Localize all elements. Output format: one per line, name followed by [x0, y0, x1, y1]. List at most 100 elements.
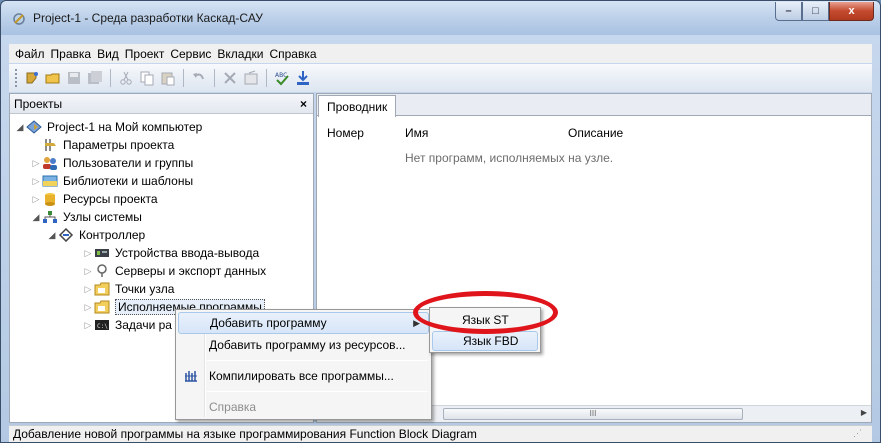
menu-file[interactable]: Файл [15, 47, 45, 61]
toolbar-separator [183, 69, 184, 87]
tree-item-project-params[interactable]: Параметры проекта [30, 136, 174, 154]
column-header-name[interactable]: Имя [405, 126, 428, 140]
panel-close-icon[interactable]: × [300, 97, 307, 111]
menu-service[interactable]: Сервис [170, 47, 211, 61]
tree-item-users[interactable]: ▷ Пользователи и группы [30, 154, 193, 172]
compile-icon [184, 369, 198, 383]
menu-view[interactable]: Вид [97, 47, 119, 61]
parameters-icon [42, 138, 58, 152]
status-bar: Добавление новой программы на языке прог… [9, 425, 872, 442]
collapse-arrow-icon[interactable]: ▷ [82, 248, 94, 259]
tree-item-label: Контроллер [79, 228, 146, 242]
menu-separator [207, 360, 428, 361]
menu-separator [207, 391, 428, 392]
delete-icon[interactable] [221, 69, 239, 87]
collapse-arrow-icon[interactable]: ▷ [30, 158, 42, 169]
menu-item-label: Справка [209, 400, 257, 414]
nodes-icon [42, 210, 58, 224]
properties-icon[interactable] [242, 69, 260, 87]
expand-arrow-icon[interactable]: ◢ [30, 212, 42, 223]
tree-item-label: Устройства ввода-вывода [115, 246, 260, 260]
collapse-arrow-icon[interactable]: ▷ [82, 266, 94, 277]
new-icon[interactable] [23, 69, 41, 87]
menu-help[interactable]: Справка [269, 47, 316, 61]
collapse-arrow-icon[interactable]: ▷ [82, 302, 94, 313]
minimize-icon: – [785, 5, 792, 17]
tree-item-label: Project-1 на Мой компьютер [47, 120, 203, 134]
column-header-number[interactable]: Номер [327, 126, 364, 140]
download-icon[interactable] [294, 69, 312, 87]
open-icon[interactable] [44, 69, 62, 87]
expand-arrow-icon[interactable]: ◢ [14, 122, 26, 133]
tree-item-libraries[interactable]: ▷ Библиотеки и шаблоны [30, 172, 194, 190]
add-program-submenu: Язык ST Язык FBD [429, 307, 541, 353]
menu-tabs[interactable]: Вкладки [217, 47, 263, 61]
copy-icon[interactable] [138, 69, 156, 87]
paste-icon[interactable] [159, 69, 177, 87]
resources-icon [42, 192, 58, 206]
toolbar-separator [266, 69, 267, 87]
maximize-button[interactable]: □ [802, 2, 829, 21]
io-device-icon [94, 246, 110, 260]
menu-item-label: Добавить программу [210, 316, 327, 330]
scroll-right-icon[interactable]: ▶ [861, 408, 867, 417]
expand-arrow-icon[interactable]: ◢ [46, 230, 58, 241]
submenu-item-label: Язык FBD [463, 334, 519, 348]
toolbar-separator [214, 69, 215, 87]
empty-list-message: Нет программ, исполняемых на узле. [405, 151, 614, 165]
column-header-description[interactable]: Описание [568, 126, 623, 140]
tree-item-label: Пользователи и группы [63, 156, 194, 170]
tree-item-label: Точки узла [115, 282, 175, 296]
window-title: Project-1 - Среда разработки Каскад-САУ [33, 11, 263, 25]
context-menu: Добавить программу ▶ Добавить программу … [175, 309, 432, 420]
tree-item-points[interactable]: ▷ Точки узла [82, 280, 175, 298]
tree-item-servers[interactable]: ▷ Серверы и экспорт данных [82, 262, 267, 280]
collapse-arrow-icon[interactable]: ▷ [82, 284, 94, 295]
status-text: Добавление новой программы на языке прог… [13, 427, 477, 441]
library-icon [42, 174, 58, 188]
save-all-icon[interactable] [86, 69, 104, 87]
points-folder-icon [94, 282, 110, 296]
programs-folder-icon [94, 300, 110, 314]
close-button[interactable]: x [829, 2, 874, 21]
tab-strip: Проводник [317, 94, 871, 117]
submenu-arrow-icon: ▶ [413, 318, 420, 328]
server-icon [94, 264, 110, 278]
collapse-arrow-icon[interactable]: ▷ [30, 194, 42, 205]
projects-panel-header: Проекты × [10, 94, 313, 114]
menu-item-help[interactable]: Справка [178, 396, 429, 418]
tree-item-tasks[interactable]: ▷ C:\ Задачи ра [82, 316, 172, 334]
tree-item-label: Ресурсы проекта [63, 192, 158, 206]
save-icon[interactable] [65, 69, 83, 87]
tree-item-resources[interactable]: ▷ Ресурсы проекта [30, 190, 158, 208]
menu-item-add-program[interactable]: Добавить программу ▶ [178, 312, 429, 334]
tab-explorer[interactable]: Проводник [318, 95, 397, 117]
scrollbar-thumb[interactable]: III [443, 408, 743, 420]
toolbar-grip[interactable] [15, 69, 18, 87]
collapse-arrow-icon[interactable]: ▷ [82, 320, 94, 331]
menu-edit[interactable]: Правка [51, 47, 92, 61]
spellcheck-icon[interactable]: ABC [273, 69, 291, 87]
title-bar[interactable]: Project-1 - Среда разработки Каскад-САУ … [1, 1, 880, 35]
submenu-item-st[interactable]: Язык ST [432, 310, 538, 330]
collapse-arrow-icon[interactable]: ▷ [30, 176, 42, 187]
tree-item-label: Библиотеки и шаблоны [63, 174, 194, 188]
menu-item-compile-all[interactable]: Компилировать все программы... [178, 365, 429, 387]
cut-icon[interactable] [117, 69, 135, 87]
submenu-item-fbd[interactable]: Язык FBD [432, 331, 538, 351]
tree-item-io-devices[interactable]: ▷ Устройства ввода-вывода [82, 244, 260, 262]
close-icon: x [848, 5, 855, 17]
minimize-button[interactable]: – [775, 2, 802, 21]
projects-panel-title: Проекты [14, 96, 63, 111]
submenu-item-label: Язык ST [462, 313, 509, 327]
undo-icon[interactable] [190, 69, 208, 87]
tree-item-project[interactable]: ◢ Project-1 на Мой компьютер [14, 118, 203, 136]
menu-item-add-from-resources[interactable]: Добавить программу из ресурсов... [178, 334, 429, 356]
menu-item-label: Добавить программу из ресурсов... [209, 338, 406, 352]
resize-grip-icon[interactable]: ⋰ [853, 428, 862, 439]
app-icon [13, 13, 25, 25]
menu-project[interactable]: Проект [125, 47, 165, 61]
tree-item-controller[interactable]: ◢ Контроллер [46, 226, 145, 244]
svg-text:C:\: C:\ [97, 323, 108, 330]
tree-item-nodes[interactable]: ◢ Узлы системы [30, 208, 142, 226]
